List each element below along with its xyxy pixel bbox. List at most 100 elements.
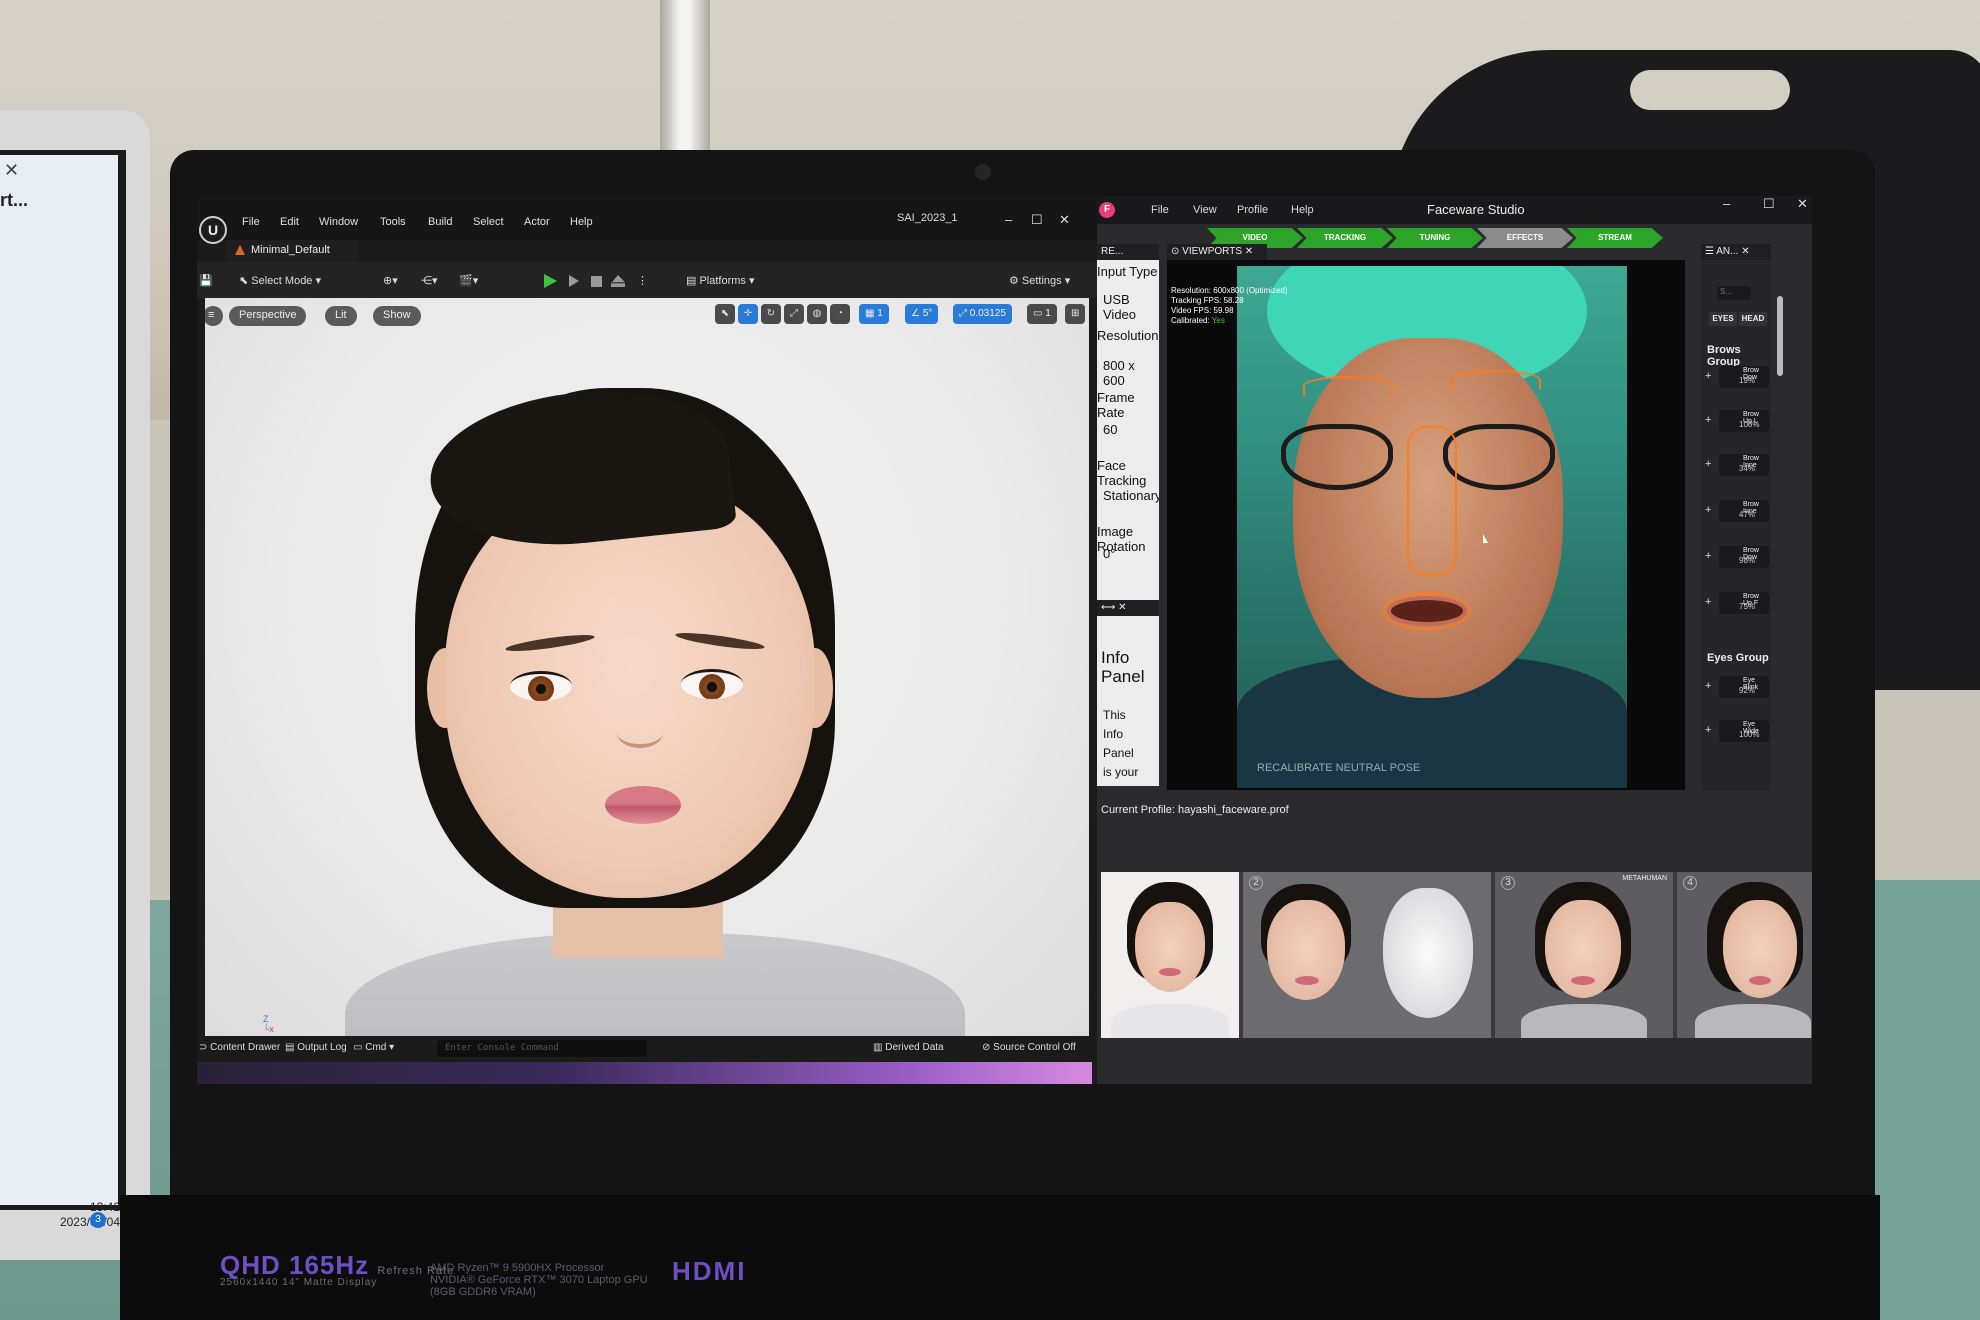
output-log-button[interactable]: ▤ Output Log bbox=[285, 1042, 347, 1053]
settings-dropdown[interactable]: ⚙ Settings ▾ bbox=[1009, 274, 1070, 287]
cmd-dropdown[interactable]: ▭ Cmd ▾ bbox=[353, 1042, 394, 1053]
shape-slider[interactable]: Eye Wide 100% bbox=[1719, 720, 1769, 742]
left-close-icon[interactable]: ✕ bbox=[4, 160, 24, 181]
fw-menu-file[interactable]: File bbox=[1151, 204, 1169, 216]
ue-menu-actor[interactable]: Actor bbox=[524, 216, 550, 228]
more-icon[interactable]: ⋮ bbox=[637, 274, 648, 287]
expand-icon[interactable]: + bbox=[1705, 680, 1711, 692]
shape-slider[interactable]: Brow Dow 98% bbox=[1719, 546, 1769, 568]
expand-icon[interactable]: + bbox=[1705, 414, 1711, 426]
thumbnail[interactable]: 2 bbox=[1243, 872, 1491, 1038]
notification-badge[interactable]: 3 bbox=[90, 1212, 106, 1228]
frame-rate-value[interactable]: 60 bbox=[1103, 422, 1117, 437]
expand-icon[interactable]: + bbox=[1705, 458, 1711, 470]
ue-menu-help[interactable]: Help bbox=[570, 216, 593, 228]
fw-maximize-icon[interactable]: ☐ bbox=[1763, 196, 1775, 212]
step-stream[interactable]: STREAM bbox=[1567, 228, 1663, 248]
ue-level-tab[interactable]: Minimal_Default bbox=[227, 240, 357, 262]
thumbnail[interactable] bbox=[1101, 872, 1239, 1038]
viewport-menu-icon[interactable]: ≡ bbox=[205, 306, 223, 326]
step-tuning[interactable]: TUNING bbox=[1387, 228, 1483, 248]
play-icon[interactable] bbox=[544, 274, 557, 288]
derived-data-button[interactable]: ▥ Derived Data bbox=[873, 1042, 944, 1053]
ue-minimize-icon[interactable]: – bbox=[1005, 212, 1012, 227]
eject-icon[interactable] bbox=[611, 275, 625, 287]
expand-icon[interactable]: + bbox=[1705, 370, 1711, 382]
scale-snap-toggle[interactable]: ⤢ 0.03125 bbox=[953, 304, 1012, 324]
cinematics-icon[interactable]: 🎬▾ bbox=[459, 274, 478, 287]
shape-row[interactable]: + Brow Dow 19% bbox=[1705, 364, 1769, 390]
camera-speed-button[interactable]: ▭ 1 bbox=[1027, 304, 1057, 324]
ue-menu-file[interactable]: File bbox=[242, 216, 260, 228]
expand-icon[interactable]: + bbox=[1705, 724, 1711, 736]
content-drawer-button[interactable]: ⊃ Content Drawer bbox=[199, 1042, 280, 1053]
expand-icon[interactable]: + bbox=[1705, 550, 1711, 562]
stop-icon[interactable] bbox=[591, 276, 602, 287]
shape-row[interactable]: + Eye Blink 92% bbox=[1705, 674, 1769, 700]
thumbnail[interactable]: 4 bbox=[1677, 872, 1812, 1038]
ue-menu-edit[interactable]: Edit bbox=[280, 216, 299, 228]
input-type-value[interactable]: USB Video bbox=[1103, 292, 1159, 322]
ue-maximize-icon[interactable]: ☐ bbox=[1031, 212, 1043, 228]
lit-button[interactable]: Lit bbox=[325, 306, 357, 326]
shape-slider[interactable]: Brow Up L 108% bbox=[1719, 410, 1769, 432]
ue-level-viewport[interactable]: ≡ Perspective Lit Show ⬉ ✛ ↻ ⤢ ◍ ◔ ▦ 1 ∠… bbox=[205, 298, 1089, 1036]
unreal-logo-icon[interactable]: U bbox=[199, 216, 227, 244]
fw-close-icon[interactable]: ✕ bbox=[1797, 196, 1808, 212]
camera-viewport[interactable]: RECALIBRATE NEUTRAL POSE Resolution: 600… bbox=[1167, 260, 1685, 790]
shape-slider[interactable]: Brow Dow 19% bbox=[1719, 366, 1769, 388]
eyes-group-title[interactable]: Eyes Group bbox=[1707, 652, 1769, 664]
grid-snap-toggle[interactable]: ▦ 1 bbox=[859, 304, 889, 324]
expand-icon[interactable]: + bbox=[1705, 596, 1711, 608]
expand-icon[interactable]: + bbox=[1705, 504, 1711, 516]
shape-row[interactable]: + Brow Inne 47% bbox=[1705, 498, 1769, 524]
blueprint-icon[interactable]: ⋲▾ bbox=[421, 274, 438, 287]
save-icon[interactable]: 💾 bbox=[199, 274, 213, 287]
step-icon[interactable] bbox=[569, 275, 581, 287]
maximize-viewport-icon[interactable]: ⊞ bbox=[1065, 304, 1086, 324]
scale-tool-icon[interactable]: ⤢ bbox=[784, 304, 804, 324]
anim-search-input[interactable]: S... bbox=[1717, 286, 1751, 300]
perspective-button[interactable]: Perspective bbox=[229, 306, 307, 326]
shape-slider[interactable]: Brow Inne 47% bbox=[1719, 500, 1769, 522]
fw-menu-help[interactable]: Help bbox=[1291, 204, 1314, 216]
shape-row[interactable]: + Eye Wide 100% bbox=[1705, 718, 1769, 744]
ue-menu-window[interactable]: Window bbox=[319, 216, 358, 228]
ue-menu-select[interactable]: Select bbox=[473, 216, 504, 228]
shape-slider[interactable]: Brow Inne 34% bbox=[1719, 454, 1769, 476]
shape-row[interactable]: + Brow Up L 108% bbox=[1705, 408, 1769, 434]
tab-eyes[interactable]: EYES bbox=[1709, 312, 1737, 326]
surface-snap-icon[interactable]: ◔ bbox=[830, 304, 850, 324]
add-content-icon[interactable]: ⊕▾ bbox=[383, 274, 398, 287]
realtime-setup-tab[interactable]: RE... bbox=[1097, 244, 1159, 260]
fw-menu-view[interactable]: View bbox=[1193, 204, 1217, 216]
step-tracking[interactable]: TRACKING bbox=[1297, 228, 1393, 248]
fw-minimize-icon[interactable]: – bbox=[1723, 196, 1730, 211]
source-control-button[interactable]: ⊘ Source Control Off bbox=[982, 1042, 1076, 1053]
platforms-dropdown[interactable]: ▤ Platforms ▾ bbox=[686, 274, 755, 287]
rotate-tool-icon[interactable]: ↻ bbox=[761, 304, 781, 324]
anim-scrollbar[interactable] bbox=[1777, 296, 1783, 376]
shape-row[interactable]: + Brow Inne 34% bbox=[1705, 452, 1769, 478]
shape-slider[interactable]: Brow Up F 75% bbox=[1719, 592, 1769, 614]
world-space-icon[interactable]: ◍ bbox=[807, 304, 827, 324]
ue-menu-tools[interactable]: Tools bbox=[380, 216, 406, 228]
tab-head[interactable]: HEAD bbox=[1739, 312, 1767, 326]
rotation-snap-toggle[interactable]: ∠ 5° bbox=[905, 304, 939, 324]
step-effects[interactable]: EFFECTS bbox=[1477, 228, 1573, 248]
shape-row[interactable]: + Brow Dow 98% bbox=[1705, 544, 1769, 570]
select-mode-dropdown[interactable]: ⬉ Select Mode ▾ bbox=[239, 274, 321, 287]
select-tool-icon[interactable]: ⬉ bbox=[715, 304, 735, 324]
recalibrate-neutral-pose-button[interactable]: RECALIBRATE NEUTRAL POSE bbox=[1257, 762, 1420, 774]
shape-slider[interactable]: Eye Blink 92% bbox=[1719, 676, 1769, 698]
show-button[interactable]: Show bbox=[373, 306, 421, 326]
viewports-tab[interactable]: ⊙ VIEWPORTS ✕ bbox=[1167, 244, 1267, 260]
fw-menu-profile[interactable]: Profile bbox=[1237, 204, 1268, 216]
face-tracking-value[interactable]: Stationary bbox=[1103, 488, 1159, 503]
move-tool-icon[interactable]: ✛ bbox=[738, 304, 758, 324]
shape-row[interactable]: + Brow Up F 75% bbox=[1705, 590, 1769, 616]
console-command-input[interactable]: Enter Console Command bbox=[437, 1040, 647, 1057]
image-rotation-value[interactable]: 0° bbox=[1103, 546, 1115, 561]
resolution-value[interactable]: 800 x 600 bbox=[1103, 358, 1159, 388]
ue-menu-build[interactable]: Build bbox=[428, 216, 452, 228]
